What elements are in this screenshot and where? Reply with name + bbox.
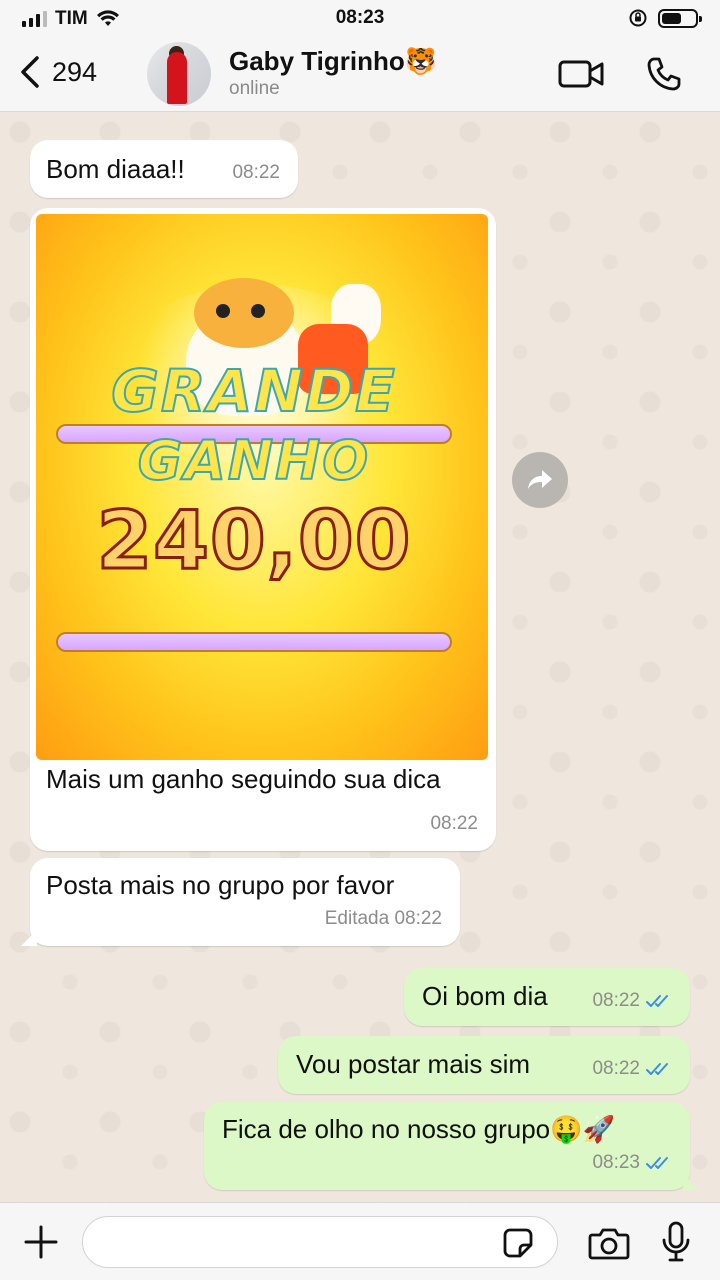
message-image[interactable]: GRANDE GANHO 240,00	[36, 214, 488, 760]
chat-area[interactable]: Bom diaaa!! 08:22 GRANDE GANHO 240,00 Ma…	[0, 112, 720, 1202]
status-bar: TIM 08:23	[0, 0, 720, 36]
message-text: Fica de olho no nosso grupo🤑🚀	[222, 1114, 615, 1144]
message-text: Oi bom dia	[422, 981, 548, 1011]
status-right	[628, 8, 702, 28]
message-input[interactable]	[82, 1216, 558, 1268]
message-meta: 08:23	[592, 1144, 672, 1182]
input-bar	[0, 1202, 720, 1280]
message-bubble-outgoing[interactable]: Vou postar mais sim 08:22	[278, 1036, 690, 1094]
sticker-icon	[503, 1228, 533, 1258]
camera-icon	[588, 1228, 630, 1260]
battery-icon	[658, 8, 702, 28]
status-time: 08:23	[335, 7, 385, 28]
message-time: Editada 08:22	[324, 908, 442, 929]
contact-status: online	[229, 78, 280, 99]
video-call-icon[interactable]	[558, 59, 604, 89]
message-bubble-outgoing[interactable]: Oi bom dia 08:22	[404, 968, 690, 1026]
image-text-value: 240,00	[95, 494, 412, 587]
forward-button[interactable]	[512, 452, 568, 508]
message-bubble-incoming[interactable]: Bom diaaa!! 08:22	[30, 140, 298, 198]
message-time: 08:22	[430, 813, 478, 834]
image-text-grande: GRANDE	[110, 357, 397, 425]
phone-icon[interactable]	[646, 56, 682, 92]
microphone-icon	[662, 1221, 690, 1262]
read-ticks-icon	[646, 995, 668, 1007]
message-text: Vou postar mais sim	[296, 1049, 531, 1079]
back-button[interactable]: 294	[18, 54, 97, 90]
attach-button[interactable]	[20, 1221, 62, 1263]
unread-count: 294	[52, 56, 98, 87]
header-actions	[558, 56, 682, 92]
read-ticks-icon	[646, 1063, 668, 1075]
rotation-lock-icon	[629, 9, 647, 27]
message-bubble-image[interactable]: GRANDE GANHO 240,00 Mais um ganho seguin…	[30, 208, 496, 851]
plus-icon	[24, 1225, 58, 1259]
back-chevron-icon	[21, 56, 39, 88]
message-time: 08:22	[592, 990, 640, 1011]
message-time: 08:23	[592, 1152, 640, 1173]
image-text-ganho: GANHO	[137, 429, 371, 492]
read-ticks-icon	[646, 1157, 668, 1169]
chat-header: 294 Gaby Tigrinho🐯 online	[0, 36, 720, 112]
forward-icon	[528, 470, 552, 489]
message-time: 08:22	[592, 1058, 640, 1079]
message-meta: 08:22	[592, 1050, 672, 1088]
message-bubble-outgoing[interactable]: Fica de olho no nosso grupo🤑🚀 08:23	[204, 1102, 699, 1190]
message-bubble-incoming[interactable]: Posta mais no grupo por favor Editada 08…	[21, 858, 460, 946]
sticker-button[interactable]	[500, 1225, 536, 1261]
message-text: Posta mais no grupo por favor	[46, 870, 395, 900]
camera-button[interactable]	[586, 1223, 632, 1263]
contact-name[interactable]: Gaby Tigrinho🐯	[229, 46, 437, 77]
message-caption: Mais um ganho seguindo sua dica	[46, 764, 441, 794]
message-meta: 08:22	[592, 982, 672, 1020]
voice-button[interactable]	[656, 1219, 696, 1265]
avatar[interactable]	[147, 42, 211, 106]
message-text: Bom diaaa!!	[46, 154, 185, 184]
message-time: 08:22	[232, 162, 280, 183]
